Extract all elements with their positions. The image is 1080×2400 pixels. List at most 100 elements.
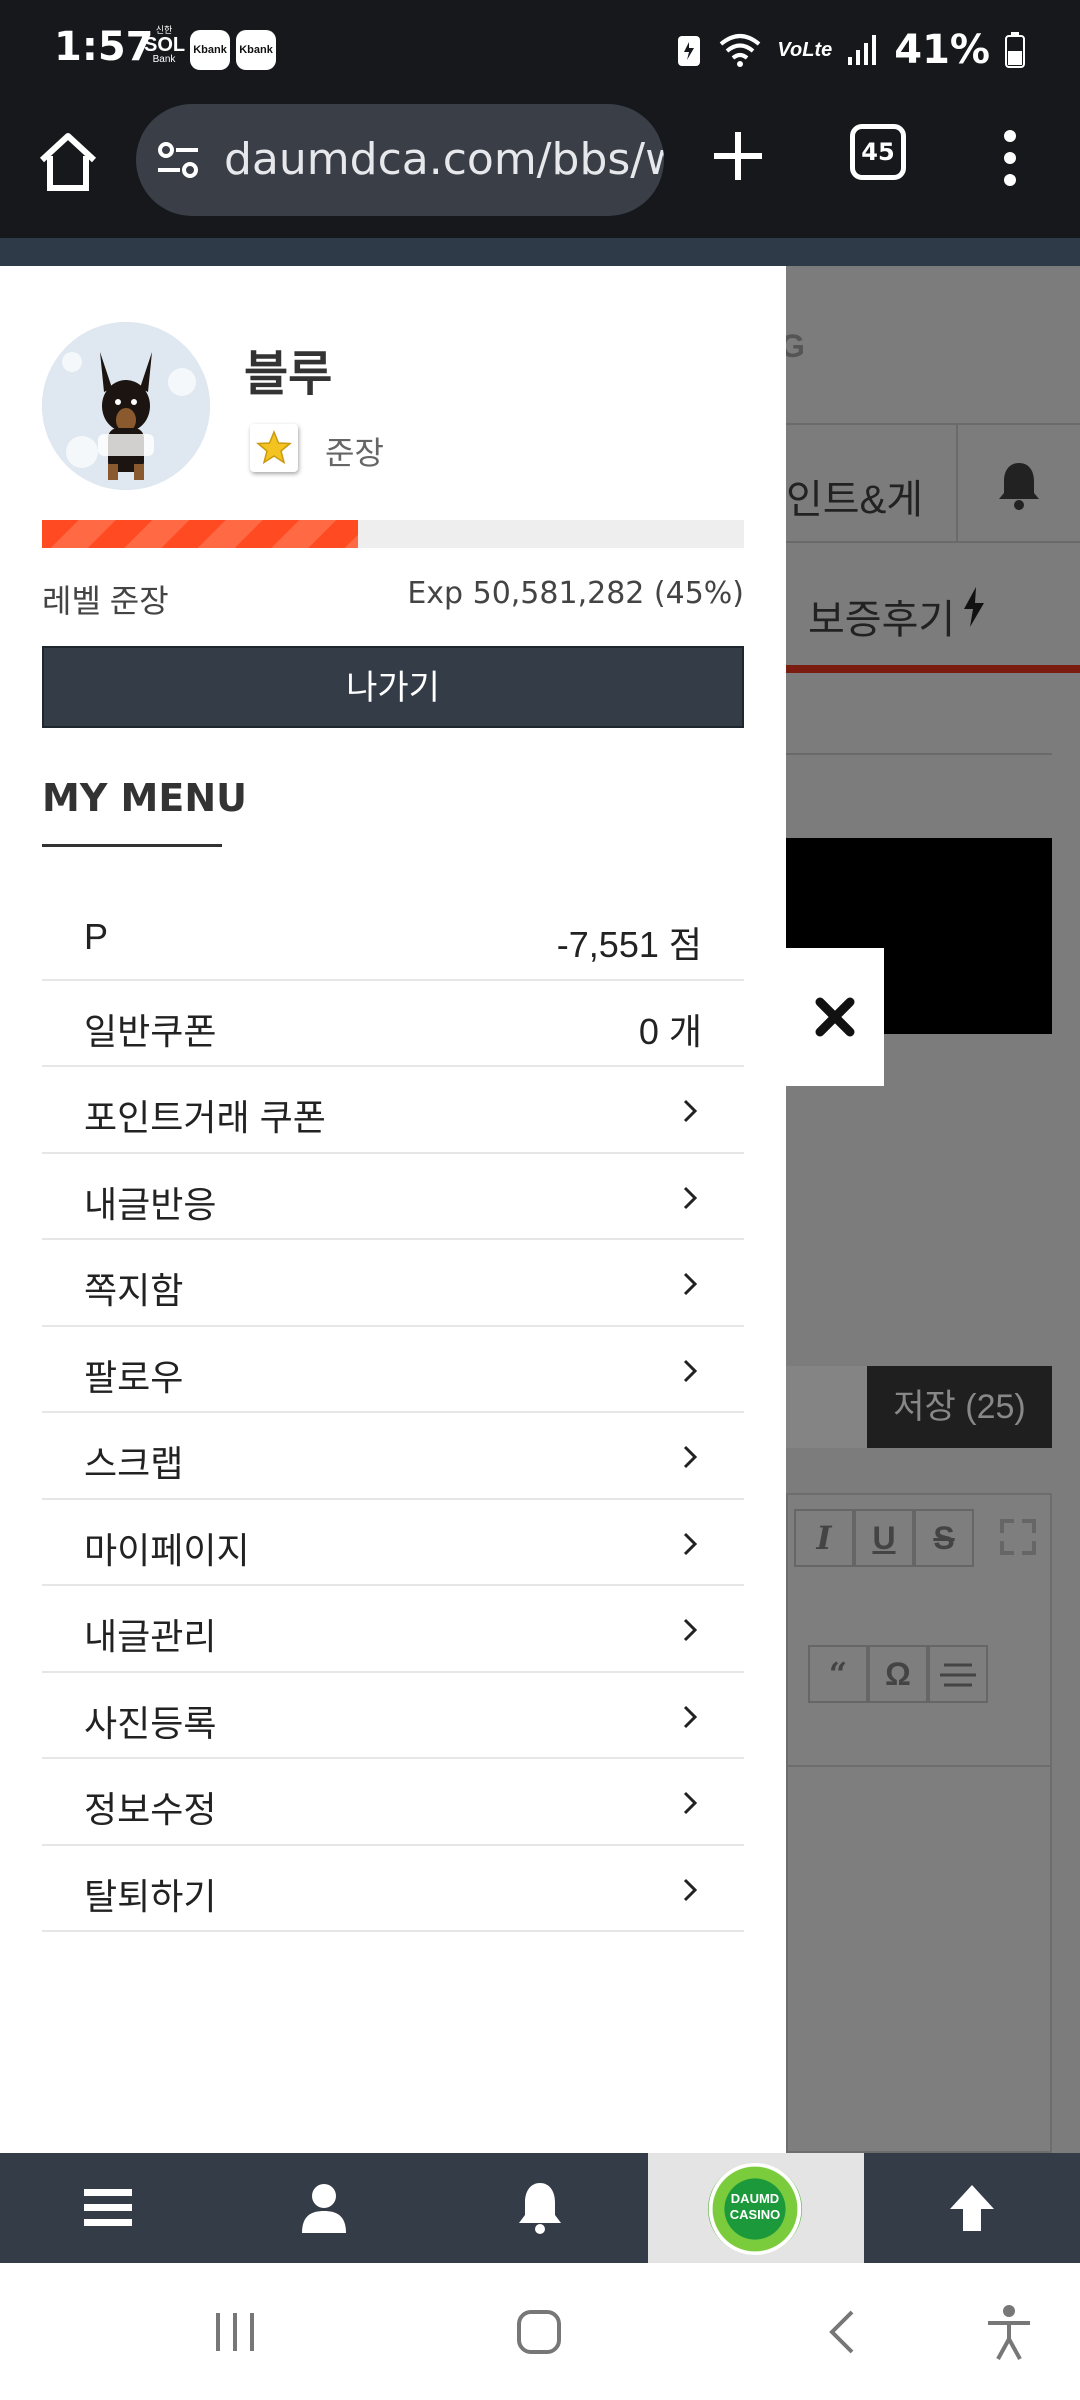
background-nav-row: 인트&게	[786, 423, 1080, 543]
rank-badge	[250, 424, 298, 472]
menu-item[interactable]: 마이페이지	[42, 1500, 744, 1586]
star-icon	[256, 430, 292, 465]
menu-item[interactable]: 스크랩	[42, 1413, 744, 1500]
recent-apps-icon[interactable]	[210, 2309, 260, 2355]
profile-button[interactable]	[216, 2153, 432, 2263]
more-options-icon[interactable]	[985, 120, 1035, 196]
coupons-row: 일반쿠폰 0 개	[42, 981, 744, 1067]
avatar[interactable]	[42, 322, 210, 490]
side-drawer: 블루 준장 레벨 준장 Exp 50,581,282 (45%) 나가기 MY …	[0, 266, 786, 2153]
my-menu-underline	[42, 844, 222, 847]
wifi-icon	[720, 34, 761, 67]
menu-item-label: 사진등록	[84, 1702, 217, 1744]
menu-item[interactable]: 내글관리	[42, 1586, 744, 1673]
menu-item[interactable]: 탈퇴하기	[42, 1846, 744, 1932]
nav-divider	[956, 425, 958, 543]
editor-area[interactable]: I U S “ Ω	[786, 1493, 1052, 2153]
bell-icon	[519, 2183, 561, 2234]
chevron-right-icon	[683, 1445, 698, 1469]
menu-item[interactable]: 팔로우	[42, 1327, 744, 1413]
url-text: daumdca.com/bbs/w	[224, 134, 664, 185]
menu-item-label: 팔로우	[84, 1356, 184, 1398]
status-bar: 1:57 신한 SOL Bank Kbank Kbank VoLte 41%	[0, 0, 1080, 100]
nav-item-reviews[interactable]: 보증후기	[808, 587, 955, 645]
battery-percent: 41%	[894, 27, 990, 73]
menu-item[interactable]: 포인트거래 쿠폰	[42, 1067, 744, 1154]
system-navigation-bar	[0, 2263, 1080, 2400]
menu-button[interactable]	[0, 2153, 216, 2263]
strikethrough-button[interactable]: S	[914, 1509, 974, 1567]
chevron-right-icon	[683, 1272, 698, 1296]
menu-item-label: 쪽지함	[84, 1270, 184, 1311]
casino-button[interactable]: DAUMD CASINO	[648, 2153, 864, 2263]
menu-item-label: 스크랩	[84, 1443, 184, 1484]
chevron-right-icon	[683, 1878, 698, 1901]
points-row: P -7,551 점	[42, 894, 744, 981]
menu-item-label: 정보수정	[84, 1789, 217, 1830]
title-input-partial[interactable]	[786, 1366, 867, 1448]
url-bar[interactable]: daumdca.com/bbs/w	[136, 104, 664, 216]
avatar-dog-icon	[42, 322, 210, 490]
background-category-row: 보증후기	[786, 543, 1080, 673]
chevron-right-icon	[683, 1618, 698, 1642]
rank-label: 준장	[325, 435, 384, 471]
chevron-right-icon	[683, 1705, 698, 1728]
points-label: P	[84, 916, 109, 957]
shinhan-sol-icon: 신한 SOL Bank	[144, 26, 185, 70]
bell-icon[interactable]	[991, 457, 1047, 513]
menu-item-label: 탈퇴하기	[84, 1875, 217, 1917]
menu-item-label: 마이페이지	[84, 1529, 250, 1571]
menu-item[interactable]: 내글반응	[42, 1154, 744, 1240]
notifications-button[interactable]	[432, 2153, 648, 2263]
chevron-right-icon	[683, 1791, 698, 1815]
battery-saver-icon	[678, 36, 701, 66]
coupons-label: 일반쿠폰	[84, 1010, 217, 1052]
underline-button[interactable]: U	[854, 1509, 914, 1567]
bottom-site-nav: DAUMD CASINO	[0, 2153, 1080, 2263]
casino-logo: DAUMD CASINO	[708, 2163, 802, 2255]
exp-text: Exp 50,581,282 (45%)	[407, 576, 744, 611]
home-icon[interactable]	[30, 124, 106, 200]
scroll-top-button[interactable]	[864, 2153, 1080, 2263]
new-tab-icon[interactable]	[700, 118, 776, 194]
menu-item[interactable]: 쪽지함	[42, 1240, 744, 1327]
italic-button[interactable]: I	[794, 1509, 854, 1567]
close-icon[interactable]	[812, 994, 858, 1040]
coupons-value: 0 개	[638, 1010, 702, 1052]
close-drawer-button[interactable]	[786, 948, 884, 1086]
back-icon[interactable]	[822, 2307, 862, 2357]
accessibility-icon[interactable]	[984, 2303, 1034, 2361]
special-char-button[interactable]: Ω	[868, 1645, 928, 1703]
home-nav-icon[interactable]	[514, 2307, 564, 2357]
menu-item-label: 내글반응	[84, 1183, 217, 1225]
arrow-up-icon	[950, 2185, 994, 2231]
menu-item[interactable]: 정보수정	[42, 1759, 744, 1846]
tab-switcher-button[interactable]: 45	[850, 124, 906, 180]
casino-logo-text: DAUMD CASINO	[708, 2191, 802, 2223]
status-time: 1:57	[54, 24, 154, 70]
exp-progress-fill	[42, 520, 358, 548]
nav-item-point-game[interactable]: 인트&게	[786, 467, 923, 525]
level-label: 레벨 준장	[42, 583, 169, 619]
page-header-strip	[0, 238, 1080, 266]
sol-bank-text: Bank	[152, 54, 176, 65]
horizontal-rule-button[interactable]	[928, 1645, 988, 1703]
menu-item-label: 포인트거래 쿠폰	[84, 1097, 326, 1138]
fullscreen-icon[interactable]	[996, 1515, 1040, 1559]
kbank-icon: Kbank	[190, 30, 230, 70]
quote-button[interactable]: “	[808, 1645, 868, 1703]
nav-active-line	[786, 665, 1080, 673]
save-draft-button[interactable]: 저장 (25)	[867, 1366, 1052, 1448]
site-settings-icon[interactable]	[154, 136, 202, 184]
my-menu-list: P -7,551 점 일반쿠폰 0 개 포인트거래 쿠폰내글반응쪽지함팔로우스크…	[42, 894, 744, 1932]
chevron-right-icon	[683, 1532, 698, 1555]
logout-button[interactable]: 나가기	[42, 646, 744, 728]
battery-icon	[1005, 32, 1025, 68]
lightning-icon	[964, 587, 984, 627]
kbank-icon: Kbank	[236, 30, 276, 70]
menu-item[interactable]: 사진등록	[42, 1673, 744, 1759]
user-icon	[302, 2184, 346, 2233]
chevron-right-icon	[683, 1359, 698, 1382]
horizontal-rule-icon	[940, 1663, 976, 1687]
browser-toolbar: daumdca.com/bbs/w 45	[0, 100, 1080, 238]
